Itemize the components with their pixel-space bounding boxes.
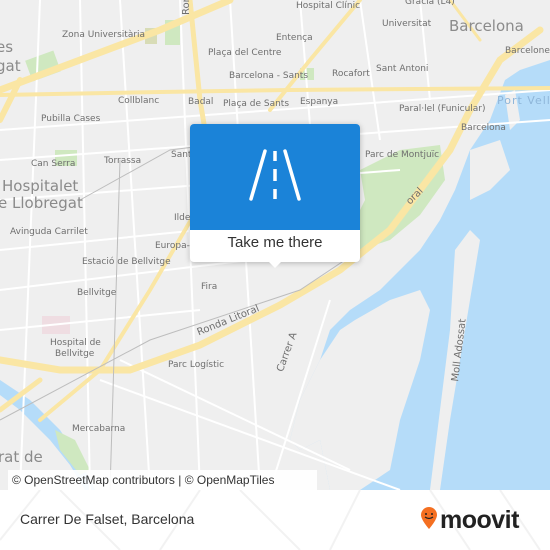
map-label: Barcelona - Sants bbox=[229, 71, 309, 81]
map-label-city: Barcelona bbox=[449, 17, 524, 35]
map-label: Plaça de Sants bbox=[223, 99, 290, 109]
map-label: Rocafort bbox=[332, 69, 370, 79]
map-label-district: gat bbox=[0, 57, 21, 75]
moovit-pin-icon bbox=[420, 506, 438, 535]
map-label: Can Serra bbox=[31, 159, 76, 169]
map-label: Parc de Montjuïc bbox=[365, 150, 440, 160]
map-label: Pubilla Cases bbox=[41, 114, 101, 124]
map-label: Bellvitge bbox=[77, 288, 117, 298]
map-label: Fira bbox=[201, 282, 218, 292]
map-label: Plaça del Centre bbox=[208, 48, 282, 58]
map-attribution[interactable]: © OpenStreetMap contributors | © OpenMap… bbox=[8, 470, 317, 490]
map-label: Avinguda Carrilet bbox=[10, 227, 88, 237]
map-label: Sant bbox=[171, 150, 192, 160]
map-label: Sant Antoni bbox=[376, 64, 429, 74]
map-label: Parc Logístic bbox=[168, 360, 225, 370]
moovit-logo[interactable]: moovit bbox=[420, 506, 519, 535]
map-label: Gràcia (L4) bbox=[405, 0, 455, 7]
place-name: Carrer De Falset, Barcelona bbox=[20, 511, 195, 527]
map-label-district: Hospitalet bbox=[2, 177, 79, 195]
map-label: Mercabarna bbox=[72, 424, 126, 434]
map-label: Bellvitge bbox=[55, 349, 95, 359]
map-label-road: Ron bbox=[181, 0, 192, 15]
map-label: Estació de Bellvitge bbox=[82, 257, 171, 267]
road-icon bbox=[243, 147, 307, 208]
map-view[interactable]: Zona Universitària Hospital Clínic Gràci… bbox=[0, 0, 550, 490]
take-me-there-button[interactable]: Take me there bbox=[190, 234, 360, 251]
popup-header[interactable] bbox=[190, 124, 360, 230]
map-label: Torrassa bbox=[104, 156, 142, 166]
map-label-district: rat de bbox=[0, 448, 43, 466]
map-label: Barcelona bbox=[461, 123, 506, 133]
map-label: Espanya bbox=[300, 97, 339, 107]
map-label: Zona Universitària bbox=[62, 30, 146, 40]
map-label: Ilde bbox=[174, 213, 191, 223]
map-label: Entença bbox=[276, 33, 313, 43]
map-label-water: Port Vell bbox=[497, 94, 550, 107]
map-label: Badal bbox=[188, 97, 214, 107]
footer-bar: Carrer De Falset, Barcelona moovit bbox=[0, 490, 550, 550]
popup-pointer bbox=[267, 260, 283, 268]
map-label-district: e Llobregat bbox=[0, 194, 83, 212]
map-label-district: es bbox=[0, 38, 14, 56]
map-label: Collblanc bbox=[118, 96, 160, 106]
destination-popup[interactable]: Take me there bbox=[190, 124, 360, 268]
map-label: Hospital de bbox=[50, 338, 101, 348]
map-label: Barceloneta bbox=[505, 46, 550, 56]
map-label: Paral·lel (Funicular) bbox=[399, 104, 486, 114]
brand-wordmark: moovit bbox=[440, 506, 519, 534]
map-label: Universitat bbox=[382, 19, 432, 29]
map-label: Hospital Clínic bbox=[296, 1, 361, 11]
